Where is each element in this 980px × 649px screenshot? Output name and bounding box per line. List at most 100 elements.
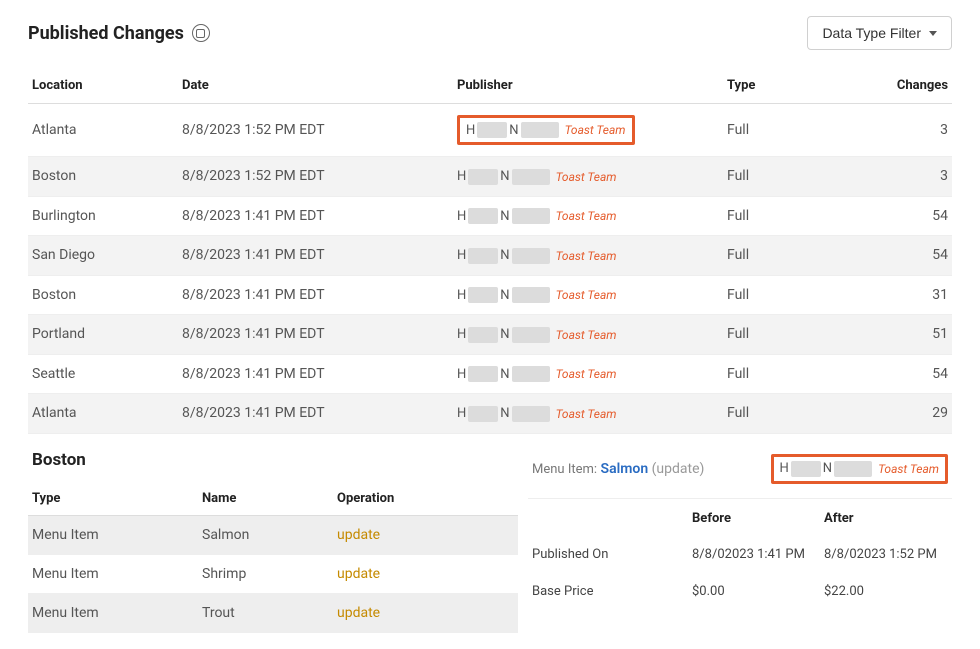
pub-initial1: H xyxy=(457,209,466,224)
cell-date: 8/8/2023 1:52 PM EDT xyxy=(178,104,453,157)
compare-row: Published On8/8/02023 1:41 PM8/8/02023 1… xyxy=(528,536,952,573)
detail-suffix: (update) xyxy=(652,461,705,477)
cell-item-op: update xyxy=(333,593,518,632)
detail-publisher-highlight: H N Toast Team xyxy=(771,454,949,484)
cmp-label: Base Price xyxy=(528,573,688,610)
pub-initial2: N xyxy=(509,123,518,138)
pub-initial2: N xyxy=(500,288,509,303)
pub-initial1: H xyxy=(780,461,789,476)
cell-changes: 54 xyxy=(803,354,952,394)
toast-team-label: Toast Team xyxy=(565,123,626,137)
pub-initial1: H xyxy=(457,406,466,421)
redact-block xyxy=(512,366,550,382)
cell-item-op: update xyxy=(333,515,518,554)
table-row[interactable]: Atlanta8/8/2023 1:52 PM EDTHNToast TeamF… xyxy=(28,104,952,157)
compare-table: Before After Published On8/8/02023 1:41 … xyxy=(528,499,952,610)
cmp-label: Published On xyxy=(528,536,688,573)
detail-item-name[interactable]: Salmon xyxy=(601,461,649,477)
cell-changes: 51 xyxy=(803,315,952,355)
cell-item-op: update xyxy=(333,554,518,593)
pub-initial1: H xyxy=(457,169,466,184)
col-item-operation[interactable]: Operation xyxy=(333,482,518,516)
redact-block xyxy=(512,287,550,303)
cell-date: 8/8/2023 1:41 PM EDT xyxy=(178,275,453,315)
col-item-type[interactable]: Type xyxy=(28,482,198,516)
cell-item-name: Shrimp xyxy=(198,554,333,593)
table-row[interactable]: Boston8/8/2023 1:52 PM EDTHNToast TeamFu… xyxy=(28,157,952,197)
cell-location: Atlanta xyxy=(28,104,178,157)
col-changes[interactable]: Changes xyxy=(803,68,952,104)
cell-type: Full xyxy=(723,196,803,236)
pub-initial2: N xyxy=(500,367,509,382)
pub-initial1: H xyxy=(457,288,466,303)
cell-type: Full xyxy=(723,236,803,276)
cell-type: Full xyxy=(723,275,803,315)
cell-publisher: HNToast Team xyxy=(453,196,723,236)
cell-location: Portland xyxy=(28,315,178,355)
cell-type: Full xyxy=(723,394,803,434)
table-row[interactable]: Portland8/8/2023 1:41 PM EDTHNToast Team… xyxy=(28,315,952,355)
pub-initial1: H xyxy=(457,327,466,342)
redact-block xyxy=(468,169,498,185)
pub-initial2: N xyxy=(500,209,509,224)
col-after: After xyxy=(820,499,952,536)
published-changes-table: Location Date Publisher Type Changes Atl… xyxy=(28,68,952,434)
cell-date: 8/8/2023 1:41 PM EDT xyxy=(178,354,453,394)
cell-location: Seattle xyxy=(28,354,178,394)
redact-block xyxy=(512,406,550,422)
toast-team-label: Toast Team xyxy=(556,249,617,263)
help-icon[interactable] xyxy=(192,24,210,42)
cell-item-name: Trout xyxy=(198,593,333,632)
table-row[interactable]: San Diego8/8/2023 1:41 PM EDTHNToast Tea… xyxy=(28,236,952,276)
col-before: Before xyxy=(688,499,820,536)
table-row[interactable]: Boston8/8/2023 1:41 PM EDTHNToast TeamFu… xyxy=(28,275,952,315)
redact-block xyxy=(834,461,872,477)
redact-block xyxy=(468,366,498,382)
list-item[interactable]: Menu ItemShrimpupdate xyxy=(28,554,518,593)
col-location[interactable]: Location xyxy=(28,68,178,104)
cell-location: San Diego xyxy=(28,236,178,276)
redact-block xyxy=(521,122,559,138)
table-row[interactable]: Seattle8/8/2023 1:41 PM EDT H N Toast Team F… xyxy=(28,354,952,394)
cell-changes: 3 xyxy=(803,104,952,157)
data-type-filter-button[interactable]: Data Type Filter xyxy=(807,16,952,50)
redact-block xyxy=(468,406,498,422)
operation-link[interactable]: update xyxy=(337,527,380,543)
col-item-name[interactable]: Name xyxy=(198,482,333,516)
col-type[interactable]: Type xyxy=(723,68,803,104)
cell-item-type: Menu Item xyxy=(28,554,198,593)
redact-block xyxy=(512,169,550,185)
redact-block xyxy=(468,248,498,264)
cell-changes: 54 xyxy=(803,196,952,236)
cell-publisher: H N Toast Team xyxy=(453,354,723,394)
table-row[interactable]: Burlington8/8/2023 1:41 PM EDTHNToast Te… xyxy=(28,196,952,236)
cell-publisher: HNToast Team xyxy=(453,236,723,276)
cell-publisher: HNToast Team xyxy=(453,275,723,315)
col-date[interactable]: Date xyxy=(178,68,453,104)
cell-location: Boston xyxy=(28,275,178,315)
list-item[interactable]: Menu ItemTroutupdate xyxy=(28,593,518,632)
table-row[interactable]: Atlanta8/8/2023 1:41 PM EDTHNToast TeamF… xyxy=(28,394,952,434)
redact-block xyxy=(477,122,507,138)
cell-type: Full xyxy=(723,157,803,197)
col-publisher[interactable]: Publisher xyxy=(453,68,723,104)
chevron-down-icon xyxy=(929,31,937,36)
pub-initial1: H xyxy=(457,367,466,382)
list-item[interactable]: Menu ItemSalmonupdate xyxy=(28,515,518,554)
redact-block xyxy=(512,208,550,224)
pub-initial2: N xyxy=(823,461,832,476)
toast-team-label: Toast Team xyxy=(556,367,617,381)
cell-date: 8/8/2023 1:41 PM EDT xyxy=(178,196,453,236)
cell-publisher: HNToast Team xyxy=(453,315,723,355)
toast-team-label: Toast Team xyxy=(878,462,939,476)
operation-link[interactable]: update xyxy=(337,566,380,582)
pub-initial2: N xyxy=(500,248,509,263)
operation-link[interactable]: update xyxy=(337,605,380,621)
cell-type: Full xyxy=(723,354,803,394)
cmp-before: $0.00 xyxy=(688,573,820,610)
toast-team-label: Toast Team xyxy=(556,170,617,184)
detail-header: Menu Item: Salmon (update) H N Toast Tea… xyxy=(528,448,952,499)
cell-date: 8/8/2023 1:41 PM EDT xyxy=(178,236,453,276)
detail-prefix: Menu Item: xyxy=(532,462,597,477)
cmp-after: 8/8/02023 1:52 PM xyxy=(820,536,952,573)
